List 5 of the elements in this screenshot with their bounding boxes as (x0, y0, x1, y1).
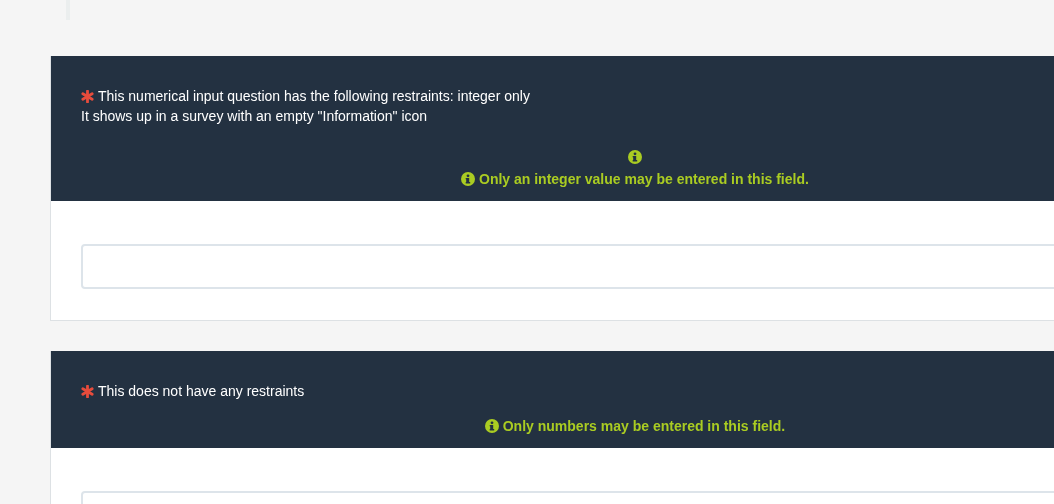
validation-tip: Only an integer value may be entered in this field. (479, 171, 809, 187)
validation-tip: Only numbers may be entered in this field. (502, 418, 786, 434)
question-text: It shows up in a survey with an empty "Information" icon (81, 108, 428, 124)
question-text: This numerical input question has the following restraints: integer only (98, 88, 530, 104)
question-text: This does not have any restraints (98, 383, 305, 399)
